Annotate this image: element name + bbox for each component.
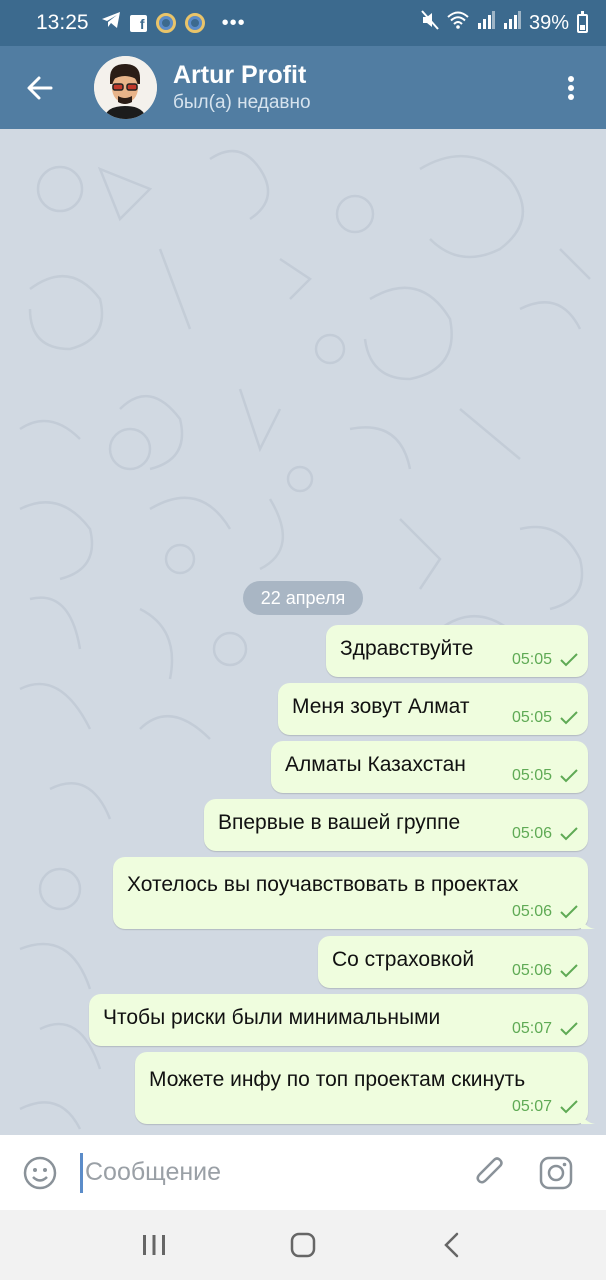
message-bubble[interactable]: Впервые в вашей группе 05:06	[204, 799, 588, 851]
message-text: Здравствуйте	[340, 637, 474, 660]
more-menu-button[interactable]	[536, 46, 606, 129]
arrow-left-icon	[27, 76, 53, 99]
attach-button[interactable]	[460, 1135, 520, 1210]
chat-title[interactable]: Artur Profit	[173, 60, 311, 90]
home-icon	[290, 1232, 316, 1258]
message-text: Впервые в вашей группе	[218, 811, 461, 834]
message-text: Чтобы риски были минимальными	[103, 1006, 441, 1029]
message-time: 05:05	[511, 767, 552, 784]
paperclip-icon	[476, 1156, 503, 1184]
checkmark-icon	[560, 711, 578, 725]
instagram-camera-icon	[539, 1156, 573, 1189]
checkmark-icon	[560, 1022, 578, 1036]
ring-app-icon	[184, 13, 205, 33]
message-time: 05:07	[511, 1020, 552, 1037]
message-text: Меня зовут Алмат	[292, 695, 470, 718]
message-input[interactable]	[80, 1152, 460, 1193]
recent-apps-button[interactable]	[124, 1215, 184, 1275]
ring-app-icon	[155, 13, 176, 33]
mute-icon	[421, 10, 439, 36]
message-composer	[0, 1135, 606, 1210]
message-time: 05:06	[511, 962, 552, 979]
message-text: Хотелось вы поучавствовать в проектах	[127, 873, 519, 896]
chevron-left-icon	[443, 1232, 458, 1258]
home-button[interactable]	[273, 1215, 333, 1275]
battery-percent: 39%	[528, 11, 569, 34]
signal-icon	[477, 11, 495, 35]
message-bubble[interactable]: Можете инфу по топ проектам скинуть 05:0…	[135, 1052, 595, 1124]
wifi-icon	[447, 11, 469, 35]
message-text: Можете инфу по топ проектам скинуть	[149, 1068, 526, 1091]
checkmark-icon	[560, 905, 578, 919]
message-bubble[interactable]: Алматы Казахстан 05:05	[271, 741, 588, 793]
chat-messages-area[interactable]: 22 апреля Здравствуйте 05:05 Меня зовут …	[0, 129, 606, 1135]
checkmark-icon	[560, 653, 578, 667]
message-text: Алматы Казахстан	[285, 753, 466, 776]
facebook-icon: f	[129, 14, 147, 32]
smiley-icon	[23, 1156, 57, 1189]
checkmark-icon	[560, 827, 578, 841]
bubble-tail	[581, 1110, 595, 1124]
message-time: 05:06	[511, 903, 552, 920]
back-button[interactable]	[0, 46, 80, 129]
message-time: 05:07	[511, 1098, 552, 1115]
more-dots-icon: •••	[221, 11, 246, 34]
telegram-icon	[101, 11, 121, 35]
system-nav-bar	[0, 1210, 606, 1280]
message-bubble[interactable]: Здравствуйте 05:05	[326, 625, 588, 677]
back-nav-button[interactable]	[422, 1215, 482, 1275]
message-time: 05:05	[511, 709, 552, 726]
status-bar: 13:25 f ••• 39%	[0, 0, 606, 46]
checkmark-icon	[560, 964, 578, 978]
message-bubble[interactable]: Чтобы риски были минимальными 05:07	[89, 994, 588, 1046]
checkmark-icon	[560, 1100, 578, 1114]
bubble-tail	[581, 915, 595, 929]
status-time: 13:25	[36, 11, 89, 34]
message-bubble[interactable]: Со страховкой 05:06	[318, 936, 588, 988]
message-bubble[interactable]: Хотелось вы поучавствовать в проектах 05…	[113, 857, 595, 929]
chat-header: Artur Profit был(а) недавно	[0, 46, 606, 129]
message-time: 05:06	[511, 825, 552, 842]
recent-apps-icon	[143, 1235, 166, 1255]
chat-status: был(а) недавно	[173, 91, 311, 113]
battery-icon	[577, 10, 588, 33]
checkmark-icon	[560, 769, 578, 783]
avatar[interactable]	[94, 56, 157, 119]
message-text: Со страховкой	[332, 948, 475, 971]
date-separator: 22 апреля	[243, 581, 363, 615]
emoji-button[interactable]	[0, 1135, 80, 1210]
message-time: 05:05	[511, 651, 552, 668]
kebab-menu-icon	[568, 75, 574, 100]
message-bubble[interactable]: Меня зовут Алмат 05:05	[278, 683, 588, 735]
camera-button[interactable]	[526, 1135, 586, 1210]
signal-icon	[503, 11, 521, 35]
avatar-image	[94, 56, 157, 119]
